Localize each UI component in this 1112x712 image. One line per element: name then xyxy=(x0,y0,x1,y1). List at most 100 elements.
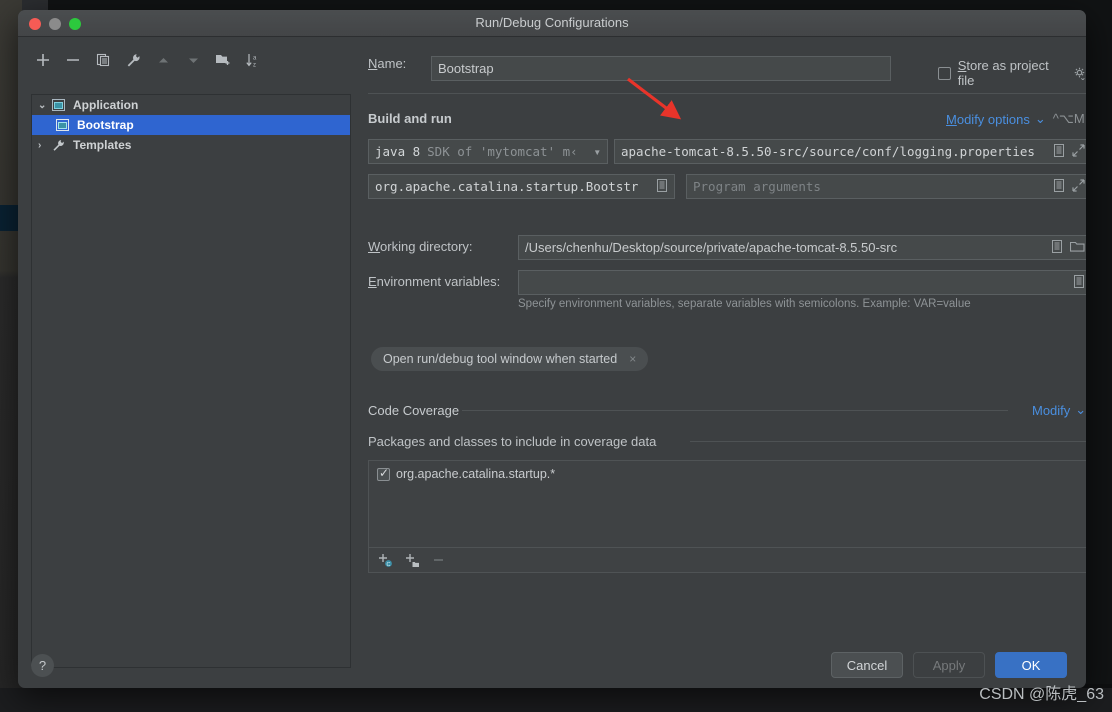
coverage-item-label: org.apache.catalina.startup.* xyxy=(396,467,556,481)
vm-options-value: apache-tomcat-8.5.50-src/source/conf/log… xyxy=(621,144,1035,159)
add-package-button[interactable] xyxy=(405,553,420,568)
coverage-modify-link[interactable]: Modify xyxy=(1032,403,1070,418)
working-directory-label: Working directory: xyxy=(368,239,473,254)
run-debug-configurations-dialog: Run/Debug Configurations a z ⌄ Applicati… xyxy=(18,10,1086,688)
environment-variables-hint: Specify environment variables, separate … xyxy=(518,298,971,310)
move-into-folder-icon[interactable] xyxy=(214,51,232,69)
working-directory-input[interactable]: /Users/chenhu/Desktop/source/private/apa… xyxy=(518,235,1086,260)
ok-label: OK xyxy=(1021,657,1041,673)
configurations-tree[interactable]: ⌄ Application Bootstrap › Templates xyxy=(31,94,351,668)
cancel-button[interactable]: Cancel xyxy=(831,652,903,678)
dialog-title: Run/Debug Configurations xyxy=(475,15,629,30)
cancel-label: Cancel xyxy=(846,657,888,673)
tool-window-chip[interactable]: Open run/debug tool window when started … xyxy=(371,347,649,371)
modify-options-row[interactable]: Modify options ⌄ ^⌥M xyxy=(946,111,1085,127)
chevron-down-icon[interactable]: ⌄ xyxy=(38,100,52,111)
add-class-button[interactable]: C xyxy=(378,553,393,568)
jre-description: SDK of 'mytomcat' m‹ xyxy=(427,144,578,159)
svg-text:C: C xyxy=(387,562,391,568)
program-arguments-input[interactable]: Program arguments xyxy=(686,174,1086,199)
coverage-patterns-list[interactable]: org.apache.catalina.startup.* C xyxy=(368,460,1086,573)
environment-variables-row: Environment variables: xyxy=(368,274,500,289)
sort-configurations-icon[interactable]: az xyxy=(244,51,262,69)
coverage-subtitle-row: Packages and classes to include in cover… xyxy=(368,434,656,449)
configurations-toolbar: az xyxy=(34,51,262,69)
build-and-run-title: Build and run xyxy=(368,111,452,126)
name-input-value: Bootstrap xyxy=(438,61,494,76)
remove-configuration-button[interactable] xyxy=(64,51,82,69)
tool-window-chip-label: Open run/debug tool window when started xyxy=(383,352,618,366)
coverage-list-toolbar: C xyxy=(369,547,1086,572)
application-icon xyxy=(56,119,72,131)
coverage-modify-row[interactable]: Modify ⌄ xyxy=(1032,402,1086,418)
build-and-run-header: Build and run xyxy=(368,111,452,126)
chevron-down-icon[interactable]: ⌄ xyxy=(1035,111,1046,127)
expand-editor-icon[interactable] xyxy=(1053,143,1065,160)
edit-templates-wrench-icon[interactable] xyxy=(124,51,142,69)
program-arguments-placeholder: Program arguments xyxy=(693,179,821,194)
help-button[interactable]: ? xyxy=(31,654,54,677)
store-as-project-file-checkbox[interactable] xyxy=(938,66,951,80)
apply-label: Apply xyxy=(932,657,966,673)
store-as-project-file-row[interactable]: Store as project file xyxy=(938,58,1086,88)
name-label: Name: xyxy=(368,56,407,71)
help-label: ? xyxy=(38,658,47,673)
ide-status-bar xyxy=(0,688,1112,712)
dialog-body: az ⌄ Application Bootstrap › Templates N… xyxy=(18,37,1086,688)
wrench-icon xyxy=(52,139,68,152)
environment-variables-input[interactable] xyxy=(518,270,1086,295)
move-down-button[interactable] xyxy=(184,51,202,69)
coverage-subtitle: Packages and classes to include in cover… xyxy=(368,434,657,449)
working-directory-value: /Users/chenhu/Desktop/source/private/apa… xyxy=(525,240,898,255)
apply-button[interactable]: Apply xyxy=(913,652,985,678)
main-class-value: org.apache.catalina.startup.Bootstr xyxy=(375,179,639,194)
expand-arrows-icon[interactable] xyxy=(1072,143,1085,160)
edit-env-vars-icon[interactable] xyxy=(1073,274,1085,291)
chevron-right-icon[interactable]: › xyxy=(38,140,52,151)
environment-variables-label: Environment variables: xyxy=(368,274,501,289)
main-class-input[interactable]: org.apache.catalina.startup.Bootstr xyxy=(368,174,675,199)
move-up-button[interactable] xyxy=(154,51,172,69)
close-icon[interactable]: × xyxy=(629,352,636,366)
tree-item-bootstrap[interactable]: Bootstrap xyxy=(32,115,350,135)
expand-arrows-icon[interactable] xyxy=(1072,178,1085,195)
tree-item-label: Application xyxy=(73,98,139,112)
vm-options-input[interactable]: apache-tomcat-8.5.50-src/source/conf/log… xyxy=(614,139,1086,164)
jre-value: java 8 xyxy=(375,144,421,159)
code-coverage-title: Code Coverage xyxy=(368,403,460,418)
remove-pattern-button[interactable] xyxy=(432,553,446,567)
svg-text:z: z xyxy=(253,62,256,68)
browse-folder-icon[interactable] xyxy=(1069,240,1085,256)
csdn-watermark: CSDN @陈虎_63 xyxy=(979,686,1104,703)
dialog-titlebar: Run/Debug Configurations xyxy=(18,10,1086,37)
tree-item-application[interactable]: ⌄ Application xyxy=(32,95,350,115)
name-divider xyxy=(368,93,1086,94)
modify-options-link[interactable]: Modify options xyxy=(946,112,1030,127)
chevron-down-icon[interactable]: ⌄ xyxy=(1075,402,1086,418)
expand-editor-icon[interactable] xyxy=(1053,178,1065,195)
browse-class-icon[interactable] xyxy=(656,178,668,195)
name-row: Name: xyxy=(368,56,406,71)
svg-text:a: a xyxy=(253,55,257,61)
jre-selector[interactable]: java 8 SDK of 'mytomcat' m‹ ▾ xyxy=(368,139,608,164)
application-icon xyxy=(52,99,68,111)
tree-item-label: Bootstrap xyxy=(77,118,134,132)
add-configuration-button[interactable] xyxy=(34,51,52,69)
configuration-editor-pane: Name: Bootstrap Store as project file Bu… xyxy=(366,37,1086,688)
store-as-project-file-label: Store as project file xyxy=(957,58,1049,88)
macro-list-icon[interactable] xyxy=(1051,239,1063,256)
modify-options-shortcut: ^⌥M xyxy=(1052,111,1085,126)
coverage-item-checkbox[interactable] xyxy=(377,466,390,481)
name-input[interactable]: Bootstrap xyxy=(431,56,891,81)
chevron-down-icon[interactable]: ▾ xyxy=(587,144,601,159)
ok-button[interactable]: OK xyxy=(995,652,1067,678)
coverage-list-item[interactable]: org.apache.catalina.startup.* xyxy=(369,461,1086,481)
gear-icon[interactable] xyxy=(1073,67,1086,80)
working-directory-row: Working directory: xyxy=(368,239,473,254)
code-coverage-header: Code Coverage xyxy=(368,403,459,418)
tree-item-templates[interactable]: › Templates xyxy=(32,135,350,155)
coverage-subtitle-divider xyxy=(690,441,1086,442)
copy-configuration-button[interactable] xyxy=(94,51,112,69)
tree-item-label: Templates xyxy=(73,138,132,152)
code-coverage-divider xyxy=(462,410,1008,411)
